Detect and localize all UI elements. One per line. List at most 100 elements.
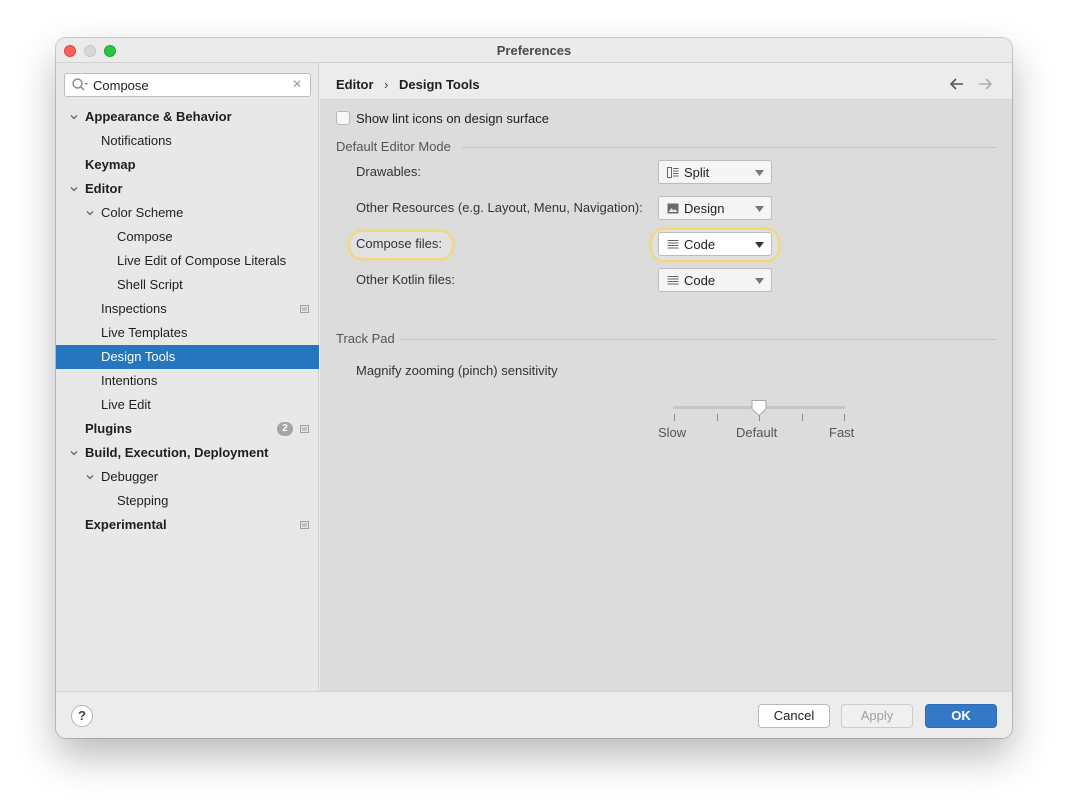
project-settings-icon (300, 521, 309, 529)
preferences-window: Preferences ✕ Appearance & Behavior Notif… (56, 38, 1012, 738)
settings-search[interactable]: ✕ (64, 73, 311, 97)
sidebar-item-live-edit[interactable]: Live Edit (56, 393, 319, 417)
sidebar-item-plugins[interactable]: Plugins 2 (56, 417, 319, 441)
help-button[interactable]: ? (71, 705, 93, 727)
sidebar-item-keymap[interactable]: Keymap (56, 153, 319, 177)
search-input[interactable] (93, 75, 283, 95)
pinch-sensitivity-label: Magnify zooming (pinch) sensitivity (356, 363, 558, 378)
window-title: Preferences (496, 43, 572, 58)
sidebar-item-label: Build, Execution, Deployment (85, 445, 269, 460)
chevron-down-icon[interactable] (86, 473, 94, 481)
other-kotlin-files-mode-dropdown[interactable]: Code (658, 268, 772, 292)
dropdown-value: Split (684, 165, 710, 180)
sidebar-item-label: Inspections (101, 301, 167, 316)
sidebar-item-stepping[interactable]: Stepping (56, 489, 319, 513)
sidebar-item-notifications[interactable]: Notifications (56, 129, 319, 153)
sidebar-item-label: Editor (85, 181, 123, 196)
slider-tick (802, 414, 803, 421)
sidebar-item-label: Compose (117, 229, 173, 244)
forward-arrow-icon[interactable] (977, 77, 993, 91)
chevron-down-icon[interactable] (70, 113, 78, 121)
sidebar-item-label: Stepping (117, 493, 169, 508)
sidebar-item-label: Keymap (85, 157, 136, 172)
sidebar-item-label: Experimental (85, 517, 167, 532)
breadcrumb-separator: › (384, 77, 389, 92)
apply-button[interactable]: Apply (841, 704, 913, 728)
sidebar-item-label: Live Edit (101, 397, 151, 412)
sidebar-item-label: Notifications (101, 133, 172, 148)
other-resources-e-g-layout-menu-navigation-label: Other Resources (e.g. Layout, Menu, Navi… (356, 200, 643, 215)
sidebar-item-appearance-behavior[interactable]: Appearance & Behavior (56, 105, 319, 129)
dropdown-value: Code (684, 237, 716, 252)
chevron-down-icon[interactable] (70, 449, 78, 457)
sidebar-item-label: Live Edit of Compose Literals (117, 253, 287, 268)
cancel-button[interactable]: Cancel (758, 704, 830, 728)
section-divider (400, 339, 996, 340)
sidebar-item-intentions[interactable]: Intentions (56, 369, 319, 393)
compose-files-mode-dropdown[interactable]: Code (658, 232, 772, 256)
dropdown-arrow-icon (755, 242, 764, 248)
sidebar-item-label: Shell Script (117, 277, 183, 292)
editor-mode-section-title: Default Editor Mode (336, 139, 451, 154)
sidebar-item-live-edit-of-compose-literals[interactable]: Live Edit of Compose Literals (56, 249, 319, 273)
sidebar-item-label: Design Tools (101, 349, 176, 364)
sidebar-item-label: Color Scheme (101, 205, 184, 220)
sidebar-item-label: Appearance & Behavior (85, 109, 232, 124)
sidebar-item-design-tools[interactable]: Design Tools (56, 345, 319, 369)
ok-button[interactable]: OK (925, 704, 997, 728)
chevron-down-icon[interactable] (86, 209, 94, 217)
lint-icons-label: Show lint icons on design surface (356, 111, 549, 126)
drawables-label: Drawables: (356, 164, 422, 179)
slider-tick (717, 414, 718, 421)
drawables-mode-dropdown[interactable]: Split (658, 160, 772, 184)
title-bar: Preferences (56, 38, 1012, 63)
project-settings-icon (300, 425, 309, 433)
lint-icons-checkbox[interactable] (336, 111, 350, 125)
sidebar-item-live-templates[interactable]: Live Templates (56, 321, 319, 345)
settings-content: Editor › Design Tools Show lint icons on… (320, 63, 1012, 691)
compose-files-label: Compose files: (356, 236, 442, 251)
sidebar-item-build-execution-deployment[interactable]: Build, Execution, Deployment (56, 441, 319, 465)
search-icon (72, 78, 88, 91)
clear-search-icon[interactable]: ✕ (292, 77, 302, 91)
sidebar-item-editor[interactable]: Editor (56, 177, 319, 201)
chevron-down-icon[interactable] (70, 185, 78, 193)
project-settings-icon (300, 305, 309, 313)
slider-tick (844, 414, 845, 421)
sidebar-item-label: Plugins (85, 421, 132, 436)
content-header: Editor › Design Tools (320, 63, 1012, 100)
slider-tick (674, 414, 675, 421)
sidebar-item-label: Intentions (101, 373, 158, 388)
split-icon (667, 167, 679, 178)
trackpad-section-title: Track Pad (336, 331, 395, 346)
slider-label-fast: Fast (829, 425, 855, 440)
sidebar-item-label: Debugger (101, 469, 159, 484)
slider-label-default: Default (736, 425, 778, 440)
other-kotlin-files-label: Other Kotlin files: (356, 272, 455, 287)
sidebar-item-debugger[interactable]: Debugger (56, 465, 319, 489)
dropdown-arrow-icon (755, 278, 764, 284)
sidebar-item-shell-script[interactable]: Shell Script (56, 273, 319, 297)
sensitivity-slider-thumb[interactable] (750, 399, 768, 417)
slider-label-slow: Slow (658, 425, 687, 440)
sidebar-item-color-scheme[interactable]: Color Scheme (56, 201, 319, 225)
dialog-footer: ? Cancel Apply OK (56, 691, 1012, 738)
section-divider (462, 147, 996, 148)
code-icon (667, 276, 679, 285)
plugin-updates-badge: 2 (277, 422, 293, 436)
design-icon (667, 203, 679, 214)
dropdown-arrow-icon (755, 206, 764, 212)
breadcrumb-parent[interactable]: Editor (336, 77, 374, 92)
sidebar-item-experimental[interactable]: Experimental (56, 513, 319, 537)
code-icon (667, 240, 679, 249)
breadcrumb-current: Design Tools (399, 77, 480, 92)
dropdown-value: Design (684, 201, 725, 216)
settings-tree[interactable]: Appearance & Behavior Notifications Keymap… (56, 105, 319, 537)
settings-sidebar: ✕ Appearance & Behavior Notifications Keym… (56, 63, 319, 691)
sidebar-item-compose[interactable]: Compose (56, 225, 319, 249)
sidebar-item-label: Live Templates (101, 325, 188, 340)
sidebar-item-inspections[interactable]: Inspections (56, 297, 319, 321)
dropdown-arrow-icon (755, 170, 764, 176)
other-resources-e-g-layout-menu-navigation-mode-dropdown[interactable]: Design (658, 196, 772, 220)
back-arrow-icon[interactable] (949, 77, 965, 91)
